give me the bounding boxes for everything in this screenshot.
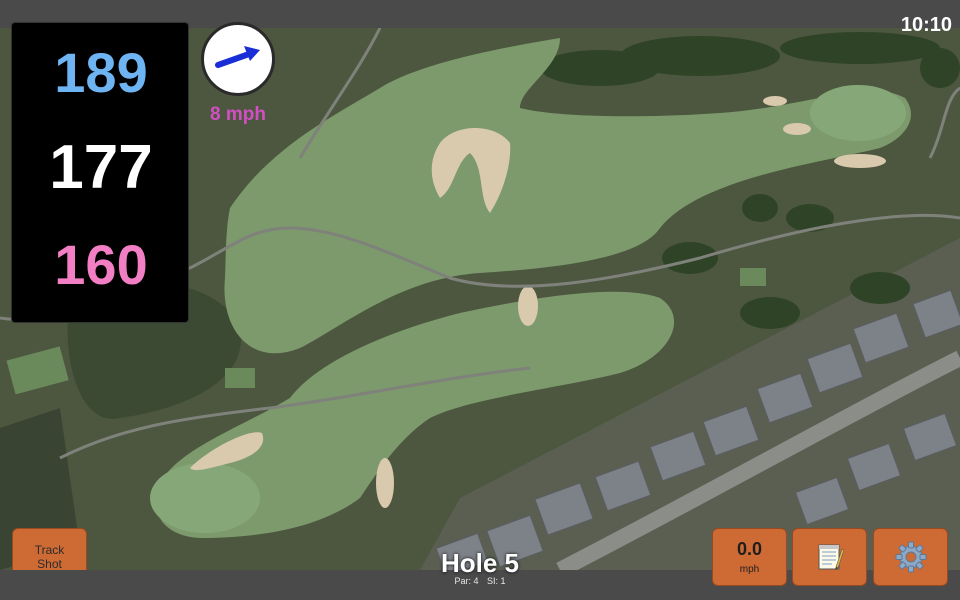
back-distance: 189 xyxy=(54,41,148,104)
gear-icon xyxy=(895,541,926,573)
speed-value: 0.0 xyxy=(736,539,763,559)
wind-indicator xyxy=(201,22,275,96)
wind-speed-label: 8 mph xyxy=(210,104,266,125)
hole-par: Par: 4 xyxy=(454,576,479,586)
distance-panel: 189 177 160 xyxy=(11,22,189,323)
settings-button[interactable] xyxy=(873,528,948,586)
speed-button[interactable]: 0.0 mph xyxy=(712,528,787,586)
track-shot-label-line1: Track xyxy=(34,543,65,557)
clock: 10:10 xyxy=(900,14,952,36)
speed-unit: mph xyxy=(739,564,760,575)
arrow-icon xyxy=(215,46,260,68)
middle-distance: 177 xyxy=(49,133,153,202)
front-distance: 160 xyxy=(54,233,148,296)
hole-title: Hole 5 xyxy=(440,548,520,578)
notes-button[interactable] xyxy=(792,528,867,586)
hole-si: SI: 1 xyxy=(487,576,506,586)
track-shot-label-line2: Shot xyxy=(37,557,62,571)
hole-meta: Par: 4 SI: 1 xyxy=(380,576,580,586)
notepad-icon xyxy=(818,544,844,570)
